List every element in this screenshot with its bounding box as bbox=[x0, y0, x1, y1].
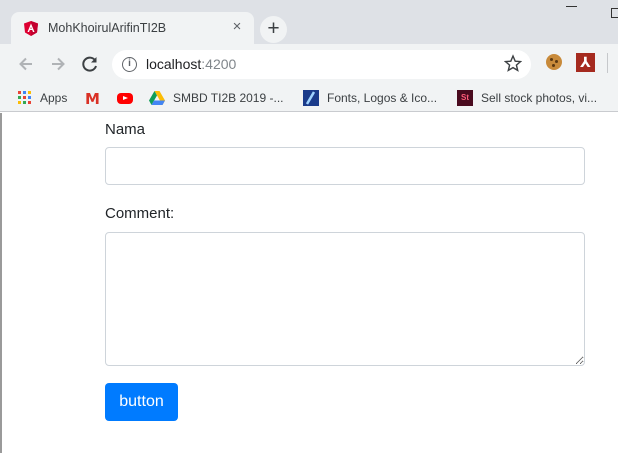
angular-icon bbox=[24, 21, 38, 36]
bookmark-smbd-label: SMBD TI2B 2019 -... bbox=[173, 91, 284, 105]
url-port: :4200 bbox=[201, 56, 237, 72]
comment-label: Comment: bbox=[105, 205, 175, 222]
window-minimize-icon[interactable] bbox=[566, 6, 577, 7]
bookmark-smbd[interactable]: SMBD TI2B 2019 -... bbox=[149, 84, 284, 112]
url-host: localhost bbox=[146, 56, 202, 72]
back-arrow-icon[interactable] bbox=[12, 50, 40, 78]
bookmark-gmail[interactable]: M bbox=[85, 84, 109, 112]
gmail-icon: M bbox=[85, 90, 100, 108]
nama-label: Nama bbox=[105, 121, 146, 138]
browser-tab[interactable]: MohKhoirulArifinTI2B × bbox=[11, 12, 254, 45]
new-tab-button[interactable]: + bbox=[260, 16, 287, 43]
window-left-border bbox=[0, 113, 2, 453]
cookie-extension-icon[interactable] bbox=[546, 54, 562, 70]
bookmark-apps-label: Apps bbox=[40, 91, 68, 105]
window-maximize-icon[interactable] bbox=[611, 8, 618, 18]
adobe-stock-icon: St bbox=[457, 90, 473, 106]
bookmark-stock[interactable]: St Sell stock photos, vi... bbox=[457, 84, 597, 112]
address-url: localhost:4200 bbox=[146, 56, 236, 72]
nama-input[interactable] bbox=[105, 147, 585, 185]
apps-grid-icon bbox=[18, 91, 32, 105]
browser-toolbar: i localhost:4200 bbox=[0, 44, 618, 84]
bookmark-stock-label: Sell stock photos, vi... bbox=[481, 91, 598, 105]
toolbar-separator bbox=[607, 53, 608, 73]
comment-textarea[interactable] bbox=[105, 232, 585, 366]
tab-title: MohKhoirulArifinTI2B bbox=[48, 21, 167, 35]
site-info-icon[interactable]: i bbox=[122, 57, 137, 72]
fonts-icon bbox=[303, 90, 319, 106]
comment-form: Nama Comment: button bbox=[105, 113, 585, 421]
bookmark-star-icon[interactable] bbox=[504, 53, 522, 75]
submit-button[interactable]: button bbox=[105, 383, 178, 421]
reload-icon[interactable] bbox=[76, 50, 104, 78]
bookmark-fonts[interactable]: Fonts, Logos & Ico... bbox=[303, 84, 437, 112]
tab-close-icon[interactable]: × bbox=[228, 18, 246, 36]
bookmark-apps[interactable]: Apps bbox=[18, 84, 67, 112]
bookmark-youtube[interactable] bbox=[117, 84, 141, 112]
address-bar[interactable]: i localhost:4200 bbox=[112, 50, 531, 79]
forward-arrow-icon[interactable] bbox=[44, 50, 72, 78]
pdf-extension-icon[interactable]: ⅄ bbox=[576, 53, 595, 72]
google-drive-icon bbox=[149, 91, 165, 105]
youtube-icon bbox=[117, 92, 133, 104]
tab-strip: MohKhoirulArifinTI2B × + bbox=[0, 0, 618, 45]
bookmarks-bar: Apps M SMBD TI2B 2019 -... Fonts, Logos … bbox=[0, 84, 618, 112]
bookmark-fonts-label: Fonts, Logos & Ico... bbox=[327, 91, 438, 105]
